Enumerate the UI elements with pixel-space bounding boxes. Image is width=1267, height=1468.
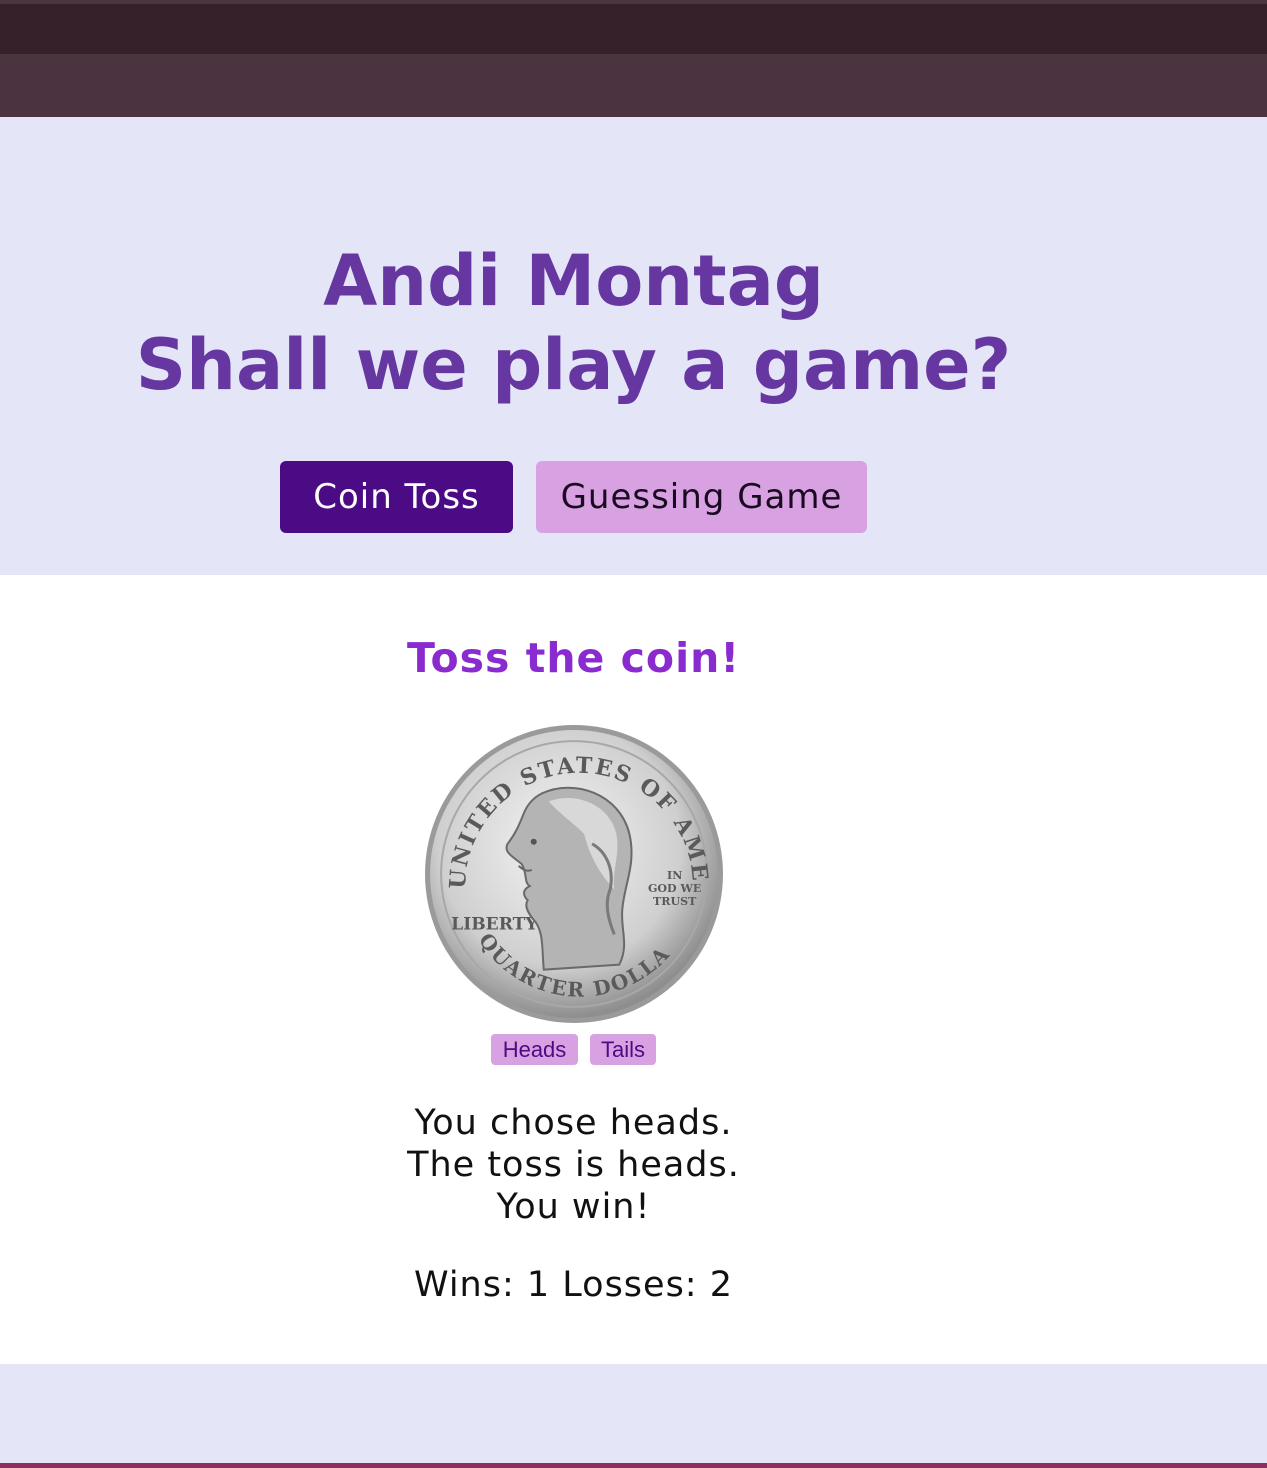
page-footer — [0, 1364, 1267, 1463]
nav-bar — [0, 54, 1267, 117]
coin-motto-1: IN — [667, 869, 682, 882]
toss-result-text: The toss is heads. — [407, 1145, 740, 1185]
guessing-game-button[interactable]: Guessing Game — [536, 461, 867, 533]
heads-button[interactable]: Heads — [491, 1034, 578, 1065]
coin-toss-button[interactable]: Coin Toss — [280, 461, 513, 533]
page-header: Andi Montag Shall we play a game? Coin T… — [0, 117, 1267, 575]
coin-image: UNITED STATES OF AMERICA QUARTER DOLLAR … — [423, 723, 723, 1023]
game-title: Toss the coin! — [406, 634, 741, 682]
coin-motto-2: GOD WE — [648, 882, 701, 895]
game-section: Toss the coin! UNITED STATES OF AMERICA … — [0, 575, 1267, 1364]
choice-text: You chose heads. — [414, 1103, 733, 1143]
page-subtitle: Shall we play a game? — [135, 324, 1012, 406]
score-text: Wins: 1 Losses: 2 — [413, 1265, 733, 1305]
coin-motto-3: TRUST — [653, 895, 697, 908]
top-bar — [0, 4, 1267, 54]
coin-left-text: LIBERTY — [451, 914, 538, 934]
footer-border — [0, 1463, 1267, 1468]
outcome-text: You win! — [496, 1187, 651, 1227]
page-title: Andi Montag — [323, 240, 824, 322]
tails-button[interactable]: Tails — [590, 1034, 656, 1065]
